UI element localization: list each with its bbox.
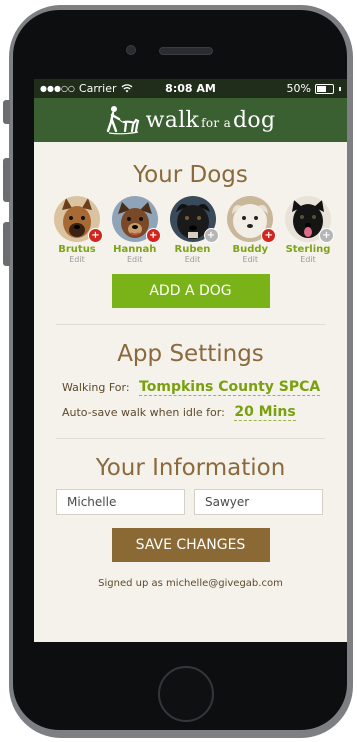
- first-name-field[interactable]: [56, 489, 185, 515]
- dog-name: Sterling: [285, 244, 331, 255]
- save-changes-button[interactable]: SAVE CHANGES: [111, 528, 270, 562]
- battery-icon: [315, 83, 334, 94]
- name-fields: [34, 489, 347, 515]
- dog-edit-link[interactable]: Edit: [127, 255, 143, 264]
- app-header: walk for adog: [34, 98, 347, 142]
- your-dogs-heading: Your Dogs: [133, 162, 248, 188]
- red-plus-icon[interactable]: +: [261, 228, 277, 243]
- dog-item-ruben[interactable]: + Ruben Edit: [167, 196, 219, 264]
- signal-strength-icon: ●●●○○: [40, 84, 75, 93]
- dog-item-buddy[interactable]: + Buddy Edit: [224, 196, 277, 264]
- gray-plus-icon[interactable]: +: [319, 228, 334, 243]
- your-information-heading: Your Information: [95, 455, 286, 481]
- dog-edit-link[interactable]: Edit: [185, 255, 201, 264]
- brand-name: walk for adog: [145, 107, 276, 133]
- gray-plus-icon[interactable]: +: [203, 228, 219, 243]
- wifi-icon: [121, 84, 132, 93]
- earpiece-speaker: [159, 47, 213, 55]
- dogs-list: + Brutus Edit + Hannah Edit + Ruben Edit…: [34, 196, 347, 264]
- dog-name: Buddy: [232, 244, 269, 255]
- autosave-value[interactable]: 20 Mins: [234, 404, 296, 421]
- walking-for-value[interactable]: Tompkins County SPCA: [139, 379, 321, 396]
- dog-item-hannah[interactable]: + Hannah Edit: [109, 196, 161, 264]
- dog-edit-link[interactable]: Edit: [243, 255, 259, 264]
- battery-percent: 50%: [286, 82, 311, 95]
- walking-for-row: Walking For: Tompkins County SPCA: [34, 379, 347, 396]
- autosave-row: Auto-save walk when idle for: 20 Mins: [34, 404, 347, 421]
- home-button[interactable]: [158, 666, 214, 722]
- dog-name: Ruben: [174, 244, 211, 255]
- status-time: 8:08 AM: [165, 82, 216, 95]
- signed-up-text: Signed up as michelle@givegab.com: [98, 578, 283, 589]
- dog-item-brutus[interactable]: + Brutus Edit: [51, 196, 103, 264]
- status-bar: ●●●○○ Carrier 8:08 AM 50%: [34, 79, 347, 98]
- carrier-label: Carrier: [78, 82, 117, 95]
- red-plus-icon[interactable]: +: [145, 228, 161, 243]
- app-settings-heading: App Settings: [117, 341, 264, 367]
- red-plus-icon[interactable]: +: [88, 228, 103, 243]
- walking-for-label: Walking For:: [62, 381, 130, 394]
- last-name-field[interactable]: [194, 489, 323, 515]
- dog-edit-link[interactable]: Edit: [300, 255, 316, 264]
- phone-side-button: [3, 100, 10, 124]
- dog-name: Brutus: [58, 244, 96, 255]
- add-dog-button[interactable]: ADD A DOG: [111, 274, 270, 308]
- walker-with-dog-logo-icon: [106, 106, 139, 135]
- phone-volume-up: [3, 158, 10, 202]
- dog-name: Hannah: [113, 244, 157, 255]
- phone-volume-down: [3, 222, 10, 266]
- autosave-label: Auto-save walk when idle for:: [62, 406, 225, 419]
- dog-edit-link[interactable]: Edit: [69, 255, 85, 264]
- dog-item-sterling[interactable]: + Sterling Edit: [282, 196, 334, 264]
- app-screen: ●●●○○ Carrier 8:08 AM 50% walkfor adog: [34, 79, 347, 642]
- front-camera: [126, 45, 136, 55]
